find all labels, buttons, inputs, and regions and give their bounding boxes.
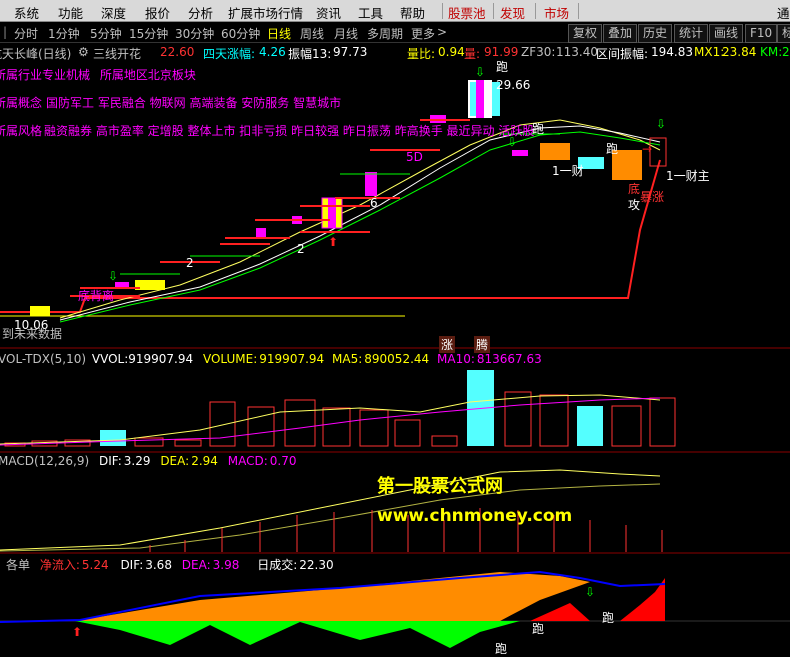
pao-label: 跑: [532, 122, 545, 136]
candle: [328, 198, 336, 228]
pao-label: 跑: [606, 142, 619, 156]
region-prefix: 所属地区: [99, 68, 148, 82]
candle: [512, 150, 528, 156]
ma-line-green: [59, 131, 661, 323]
vvol-value: 919907.94: [128, 352, 194, 366]
flow-pao-label: 跑: [532, 622, 545, 636]
ma10-value: 813667.63: [476, 352, 542, 366]
turnover-value: 22.30: [299, 558, 334, 572]
vol-bar: [611, 405, 642, 447]
arrow-up-icon: ⬆: [72, 625, 82, 639]
dif-value: 3.29: [123, 454, 151, 468]
flow-red: [530, 603, 590, 621]
arrow-down-icon: ⇩: [656, 117, 666, 131]
watermark-url: www.chnmoney.com: [377, 506, 573, 526]
candle: [476, 80, 484, 118]
flow-orange: [75, 572, 590, 621]
flow-dif-value: 3.68: [145, 558, 172, 572]
industry-value: 专业机械: [42, 68, 91, 82]
arrow-down-icon: ⇩: [108, 269, 118, 283]
candle: [540, 143, 570, 160]
vol-bar: [322, 407, 351, 447]
num-6-label: 6: [370, 196, 378, 210]
teng-badge: 腾: [474, 336, 491, 353]
style-value: 融资融券 高市盈率 定增股 整体上市 扣非亏损 昨日较强 昨日振荡 昨高换手 最…: [44, 124, 535, 138]
vol-ma10: [0, 397, 661, 446]
concept-value: 国防军工 军民融合 物联网 高端装备 安防服务 智慧城市: [46, 96, 342, 110]
turnover-label: 日成交:: [257, 558, 298, 572]
dea-label: DEA:: [160, 454, 190, 468]
macd-panel-name[interactable]: MACD(12,26,9): [0, 454, 89, 468]
facai-label: 1一财: [552, 164, 584, 178]
gong-label: 攻: [628, 198, 641, 212]
watermark-cn: 第一股票公式网: [377, 476, 503, 497]
vvol-label: VVOL:: [91, 352, 129, 366]
vol-bar: [247, 406, 275, 447]
di-label: 底: [628, 182, 641, 196]
vol-bar: [431, 435, 458, 447]
vol-bar: [359, 409, 389, 447]
volume-bars: [4, 370, 676, 447]
flow-dif-label: DIF:: [120, 558, 144, 572]
flow-pao-label: 跑: [495, 642, 508, 656]
dif-label: DIF:: [98, 454, 122, 468]
vol-bar: [134, 437, 164, 447]
candle: [30, 306, 50, 316]
volume-value: 919907.94: [259, 352, 325, 366]
flow-dea-label: DEA:: [181, 558, 211, 572]
flow-panel-name[interactable]: 各单: [6, 558, 30, 572]
macd-panel-header: MACD(12,26,9) DIF: 3.29 DEA: 2.94 MACD: 0.7…: [0, 454, 296, 468]
candle: [256, 228, 266, 238]
arrow-down-icon: ⇩: [585, 585, 595, 599]
vol-bar: [649, 397, 676, 447]
baozhang-label: 暴涨: [640, 190, 665, 204]
flow-panel-header: 各单 净流入: 5.24 DIF: 3.68 DEA: 3.98 日成交: 22.30: [6, 556, 334, 573]
concept-row-style: 所属风格 融资融券 高市盈率 定增股 整体上市 扣非亏损 昨日较强 昨日振荡 昨高…: [0, 122, 534, 139]
volume-label: VOLUME:: [202, 352, 258, 366]
vol-bar: [209, 401, 236, 447]
future-data-label: 到未来数据: [2, 327, 63, 341]
vol-bar: [577, 406, 603, 446]
ma5-label: MA5:: [332, 352, 363, 366]
vol-bar: [100, 430, 126, 446]
num-2-label: 2: [297, 242, 305, 256]
top-price-label: 29.66: [496, 78, 531, 92]
dibeili-label: 底背离: [78, 289, 115, 303]
5d-label: 5D: [406, 150, 423, 164]
vol-bar: [504, 391, 532, 447]
arrow-up-icon: ⬆: [328, 235, 338, 249]
pao-label: 跑: [496, 60, 509, 74]
arrow-down-icon: ⇩: [475, 65, 485, 79]
dea-value: 2.94: [191, 454, 218, 468]
macd-value: 0.70: [269, 454, 297, 468]
facai-label: 1一财主: [666, 169, 710, 183]
candle: [649, 137, 667, 167]
vol-bar: [284, 399, 316, 447]
candle: [470, 82, 476, 116]
net-inflow-value: 5.24: [81, 558, 109, 572]
vol-bar: [394, 419, 421, 447]
vol-panel-header: VOL-TDX(5,10) VVOL:919907.94 VOLUME: 9199…: [0, 352, 542, 366]
num-2-label: 2: [186, 256, 194, 270]
vol-bar: [174, 439, 202, 447]
style-prefix: 所属风格: [0, 124, 43, 138]
flow-pao-label: 跑: [602, 611, 615, 625]
candle: [365, 172, 377, 196]
step-lines: [70, 119, 560, 297]
concept-row-industry: 所属行业专业机械 所属地区北京板块: [0, 66, 196, 83]
ma5-value: 890052.44: [364, 352, 430, 366]
arrow-right-icon: →: [642, 142, 652, 156]
flow-green: [75, 621, 520, 648]
region-value: 北京板块: [147, 68, 196, 82]
vol-panel-name[interactable]: VOL-TDX(5,10): [0, 352, 86, 366]
concept-prefix: 所属概念: [0, 96, 43, 110]
zhang-badge: 涨: [439, 336, 456, 353]
flow-dea-value: 3.98: [212, 558, 240, 572]
ma10-label: MA10:: [437, 352, 475, 366]
macd-label: MACD:: [227, 454, 268, 468]
concept-row-concept: 所属概念 国防军工 军民融合 物联网 高端装备 安防服务 智慧城市: [0, 94, 341, 111]
net-inflow-label: 净流入:: [39, 558, 80, 572]
industry-prefix: 所属行业: [0, 68, 43, 82]
